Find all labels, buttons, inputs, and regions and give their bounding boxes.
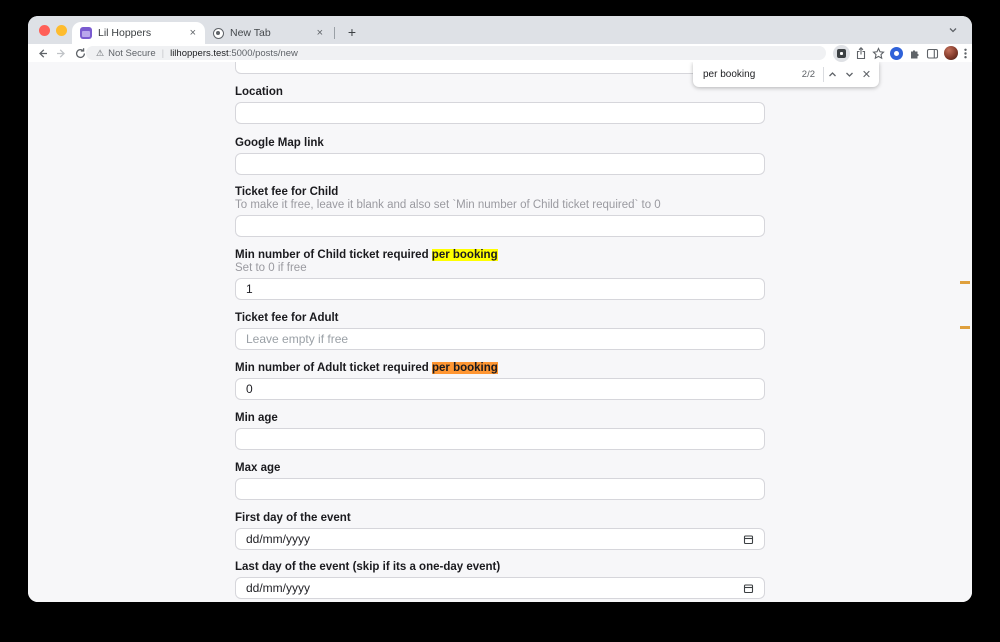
google-map-link-input[interactable]	[235, 153, 765, 175]
min-age-input[interactable]	[235, 428, 765, 450]
field-helper-text: To make it free, leave it blank and also…	[235, 199, 661, 211]
toolbar-actions	[833, 44, 968, 62]
field-label: Location	[235, 86, 283, 98]
find-highlight-active-orange: per booking	[432, 362, 498, 374]
url-separator: |	[161, 47, 165, 59]
active-extension-icon[interactable]	[833, 44, 850, 62]
find-previous-chevron-up-icon[interactable]	[824, 69, 841, 80]
find-close-icon[interactable]: ✕	[858, 68, 875, 81]
password-extension-icon[interactable]	[890, 46, 903, 60]
calendar-icon[interactable]	[743, 534, 754, 545]
tab-new-tab[interactable]: New Tab ×	[205, 22, 332, 44]
find-next-chevron-down-icon[interactable]	[841, 69, 858, 80]
adult-ticket-fee-input[interactable]	[235, 328, 765, 350]
field-label: Min number of Child ticket required per …	[235, 249, 498, 261]
tab-close-icon[interactable]: ×	[316, 27, 324, 39]
not-secure-label: Not Secure	[108, 47, 156, 59]
bookmark-star-icon[interactable]	[872, 46, 885, 60]
close-window-button[interactable]	[39, 25, 50, 36]
min-adult-tickets-input[interactable]	[235, 378, 765, 400]
field-label: Min number of Adult ticket required per …	[235, 362, 498, 374]
field-helper-text: Set to 0 if free	[235, 262, 307, 274]
find-highlight-yellow: per booking	[431, 249, 498, 261]
back-icon[interactable]	[36, 47, 49, 60]
field-label: Max age	[235, 462, 281, 474]
tab-strip: Lil Hoppers × New Tab × +	[28, 16, 972, 44]
find-match-marker	[960, 326, 970, 329]
new-tab-favicon-icon	[213, 27, 224, 39]
date-placeholder: dd/mm/yyyy	[246, 532, 311, 546]
minimize-window-button[interactable]	[56, 25, 67, 36]
share-icon[interactable]	[855, 46, 867, 60]
location-input[interactable]	[235, 102, 765, 124]
last-day-date-input[interactable]: dd/mm/yyyy	[235, 577, 765, 599]
first-day-date-input[interactable]: dd/mm/yyyy	[235, 528, 765, 550]
find-in-page-bar: per booking 2/2 ✕	[693, 62, 879, 87]
not-secure-warning-icon: ⚠	[96, 47, 105, 58]
field-label: First day of the event	[235, 512, 351, 524]
address-bar[interactable]: ⚠ Not Secure | lilhoppers.test :5000/pos…	[86, 46, 826, 60]
lil-hoppers-favicon-icon	[80, 27, 92, 39]
field-label: Google Map link	[235, 137, 324, 149]
child-ticket-fee-input[interactable]	[235, 215, 765, 237]
browser-toolbar: ⚠ Not Secure | lilhoppers.test :5000/pos…	[28, 44, 972, 62]
tab-title: Lil Hoppers	[98, 27, 152, 39]
forward-icon[interactable]	[55, 47, 68, 60]
tab-close-icon[interactable]: ×	[189, 27, 197, 39]
max-age-input[interactable]	[235, 478, 765, 500]
page-content: per booking 2/2 ✕ Location Google Map li…	[28, 62, 972, 602]
url-path: :5000/posts/new	[228, 47, 298, 59]
clipped-input-top[interactable]	[235, 62, 765, 74]
side-panel-icon[interactable]	[926, 47, 939, 60]
field-label: Ticket fee for Child	[235, 186, 339, 198]
find-match-marker	[960, 281, 970, 284]
form: Location Google Map link Ticket fee for …	[235, 62, 765, 602]
min-child-tickets-input[interactable]	[235, 278, 765, 300]
field-label: Last day of the event (skip if its a one…	[235, 561, 501, 573]
tab-divider	[334, 27, 335, 39]
find-match-count: 2/2	[801, 69, 815, 80]
tab-lil-hoppers[interactable]: Lil Hoppers ×	[72, 22, 205, 44]
profile-avatar[interactable]	[944, 46, 958, 60]
browser-window: Lil Hoppers × New Tab × + ⚠ Not Secure |	[28, 16, 972, 602]
field-label: Min age	[235, 412, 278, 424]
new-tab-button[interactable]: +	[341, 22, 363, 44]
menu-dots-icon[interactable]	[963, 47, 968, 60]
tab-search-chevron-icon[interactable]	[948, 25, 958, 35]
extensions-puzzle-icon[interactable]	[908, 47, 921, 60]
url-host: lilhoppers.test	[170, 47, 229, 59]
field-label: Ticket fee for Adult	[235, 312, 339, 324]
date-placeholder: dd/mm/yyyy	[246, 581, 311, 595]
find-query-input[interactable]: per booking	[703, 69, 802, 80]
calendar-icon[interactable]	[743, 583, 754, 594]
tab-title: New Tab	[230, 27, 271, 39]
